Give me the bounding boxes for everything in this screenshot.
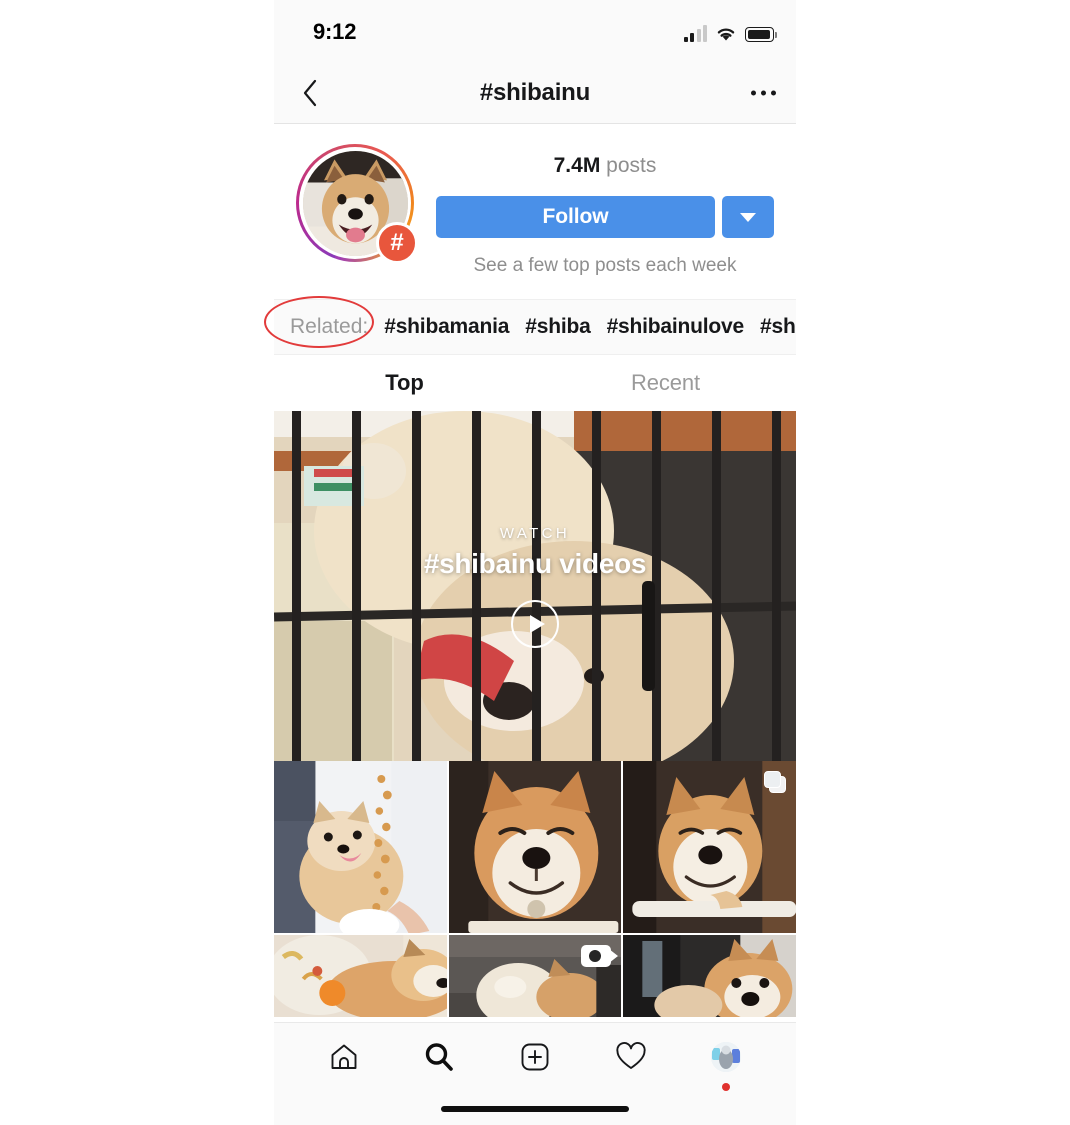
- wifi-icon: [715, 25, 737, 42]
- related-hashtag-1[interactable]: #shiba: [525, 315, 591, 339]
- home-icon: [331, 1044, 357, 1069]
- grid-cell-3[interactable]: [274, 935, 447, 1017]
- follow-button[interactable]: Follow: [436, 196, 715, 238]
- follow-action-row: Follow: [436, 196, 774, 238]
- follow-dropdown-button[interactable]: [722, 196, 774, 238]
- status-bar-time: 9:12: [313, 19, 357, 44]
- watch-card-overlay: WATCH #shibainu videos: [274, 411, 796, 761]
- related-hashtag-3[interactable]: #shiba: [760, 315, 796, 339]
- related-hashtags-row[interactable]: Related: #shibamania #shiba #shibainulov…: [274, 299, 796, 355]
- avatar[interactable]: #: [296, 144, 418, 264]
- chevron-left-icon: [303, 79, 317, 106]
- post-count-value: 7.4M: [553, 154, 601, 177]
- screenshot-canvas: 9:12 #shibainu # 7.4M posts Follow See a…: [0, 0, 1070, 1125]
- status-bar: 9:12: [274, 0, 796, 62]
- activity-heart-icon: [615, 1042, 646, 1069]
- cellular-signal-icon: [683, 25, 707, 42]
- tab-add-post[interactable]: [512, 1034, 558, 1080]
- chevron-down-icon: [740, 212, 756, 222]
- phone-screen: 9:12 #shibainu # 7.4M posts Follow See a…: [274, 0, 796, 1125]
- grid-cell-1[interactable]: [448, 761, 622, 933]
- grid-cell-0[interactable]: [274, 761, 447, 933]
- profile-details: 7.4M posts Follow See a few top posts ea…: [414, 144, 774, 277]
- profile-subtitle: See a few top posts each week: [473, 255, 737, 276]
- notification-dot: [722, 1083, 731, 1091]
- post-grid: [274, 761, 796, 1017]
- tab-recent[interactable]: Recent: [535, 355, 796, 411]
- tab-profile[interactable]: [703, 1034, 749, 1091]
- watch-eyebrow: WATCH: [499, 524, 571, 542]
- related-hashtag-2[interactable]: #shibainulove: [607, 315, 745, 339]
- home-indicator[interactable]: [441, 1106, 629, 1112]
- tab-search[interactable]: [416, 1034, 462, 1080]
- profile-avatar-icon: [711, 1042, 742, 1072]
- tab-activity[interactable]: [608, 1034, 654, 1080]
- search-icon: [426, 1043, 454, 1071]
- bottom-tab-bar: [274, 1022, 796, 1125]
- more-options-button[interactable]: [751, 90, 776, 95]
- tab-home[interactable]: [321, 1034, 367, 1080]
- navigation-bar: #shibainu: [274, 62, 796, 124]
- play-icon[interactable]: [511, 599, 559, 648]
- watch-videos-card[interactable]: WATCH #shibainu videos: [274, 411, 796, 761]
- hashtag-profile-header: # 7.4M posts Follow See a few top posts …: [274, 124, 796, 299]
- post-count-line: 7.4M posts: [554, 154, 657, 178]
- watch-title: #shibainu videos: [423, 547, 647, 579]
- grid-cell-2[interactable]: [623, 761, 796, 933]
- grid-cell-5[interactable]: [623, 935, 796, 1017]
- back-button[interactable]: [292, 75, 328, 111]
- more-options-icon: [751, 90, 756, 95]
- tab-top[interactable]: Top: [274, 355, 535, 411]
- related-label: Related:: [290, 315, 369, 338]
- related-hashtag-0[interactable]: #shibamania: [384, 315, 509, 339]
- content-tabs: Top Recent: [274, 355, 796, 411]
- video-icon: [581, 945, 619, 967]
- post-count-label: posts: [606, 154, 657, 177]
- hashtag-badge: #: [376, 222, 418, 264]
- page-title: #shibainu: [479, 78, 591, 106]
- grid-cell-4[interactable]: [448, 935, 622, 1017]
- add-post-icon: [521, 1043, 549, 1071]
- status-bar-indicators: [683, 20, 777, 42]
- carousel-icon: [764, 771, 786, 793]
- battery-icon: [745, 27, 777, 42]
